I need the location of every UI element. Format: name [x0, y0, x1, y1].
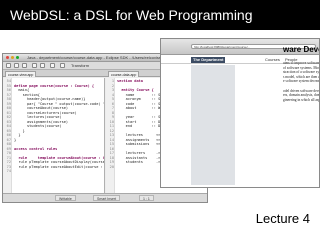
code-line: 74 [3, 169, 104, 174]
transform-menu-button[interactable]: Transform [71, 62, 89, 70]
page-paragraph: aims to improve software developof softw… [283, 61, 320, 102]
paragraph-line: aims to improve software develop [283, 61, 320, 65]
minimize-window-button[interactable] [11, 56, 14, 59]
status-insert-mode: Smart Insert [93, 195, 121, 201]
code-line: 73 rule pTemplate courseAboutEdit(course… [3, 165, 104, 170]
code-text: end :: Date [117, 124, 167, 128]
code-editor-left[interactable]: 54 55 define page course(course : Course) … [3, 79, 104, 174]
line-number: 74 [6, 169, 11, 173]
run-icon[interactable] [40, 63, 45, 68]
eclipse-status-bar: Writable Smart Insert 1 : 1 [3, 193, 207, 202]
status-cursor-position: 1 : 1 [139, 195, 154, 201]
tab-course-data[interactable]: course-data.app [108, 71, 140, 77]
slide-footer: Lecture 4 [255, 211, 310, 226]
build-icon[interactable] [60, 63, 65, 68]
page-heading: ware Developmen [283, 45, 319, 54]
nav-link-courses[interactable]: Courses [265, 57, 280, 63]
status-writable: Writable [55, 195, 76, 201]
editor-pane-left[interactable]: 54 55 define page course(course : Course) … [3, 78, 105, 193]
debug-icon[interactable] [32, 63, 37, 68]
window-controls [6, 56, 19, 59]
new-file-icon[interactable] [6, 63, 11, 68]
paragraph-line: gineering in which all aspects of [283, 97, 320, 102]
close-window-button[interactable] [6, 56, 9, 59]
paragraph-line: e software system decreases and [283, 79, 320, 84]
tab-course-view[interactable]: course-view.app [5, 71, 37, 77]
print-icon[interactable] [22, 63, 27, 68]
page-sidebar [191, 65, 235, 185]
code-text: rule pTemplate courseAboutEdit(course : … [18, 164, 103, 169]
department-title[interactable]: The Department [191, 57, 226, 63]
browser-window: http://localhost:8080/department/course/… [160, 38, 320, 188]
line-number: 20 [109, 164, 114, 169]
save-icon[interactable] [14, 63, 19, 68]
search-icon[interactable] [50, 63, 55, 68]
slide-title: WebDSL: a DSL for Web Programming [0, 0, 320, 30]
code-text: access control rules [14, 146, 58, 151]
code-text: section data [117, 79, 143, 83]
zoom-window-button[interactable] [16, 56, 19, 59]
eclipse-window-title: Java - department/course/course-data.app… [27, 55, 169, 60]
